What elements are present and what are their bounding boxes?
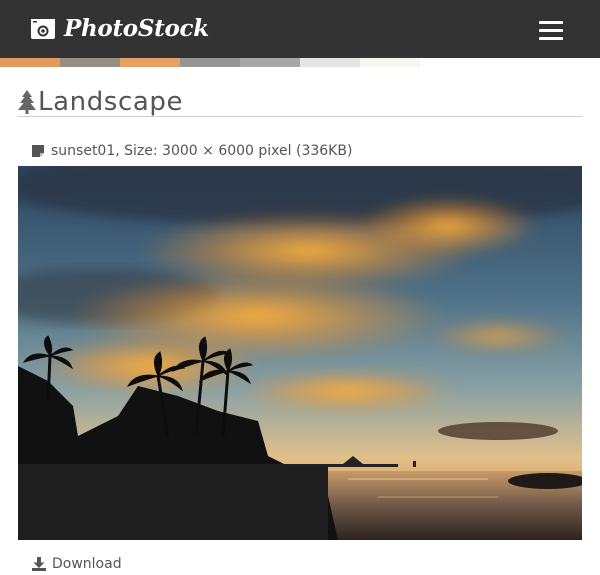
sunset-photo	[18, 166, 582, 540]
file-info: sunset01, Size: 3000 × 6000 pixel (336KB…	[32, 143, 352, 159]
camera-icon	[31, 19, 55, 39]
download-label: Download	[52, 556, 122, 572]
color-swatch	[60, 58, 120, 67]
color-swatch	[360, 58, 420, 67]
color-swatch	[0, 58, 60, 67]
tree-icon	[18, 90, 36, 114]
page-title-area: Landscape	[18, 86, 582, 117]
color-swatch	[180, 58, 240, 67]
file-icon	[32, 145, 44, 157]
site-logo[interactable]: PhotoStock	[30, 14, 209, 44]
file-info-text: sunset01, Size: 3000 × 6000 pixel (336KB…	[51, 143, 353, 159]
page-title: Landscape	[38, 87, 184, 117]
hamburger-menu-icon[interactable]	[532, 16, 568, 44]
download-icon	[32, 557, 46, 571]
color-strip	[0, 58, 600, 67]
color-swatch	[120, 58, 180, 67]
site-header: PhotoStock	[0, 0, 600, 58]
download-link[interactable]: Download	[32, 555, 122, 573]
logo-text: PhotoStock	[64, 15, 209, 42]
color-swatch	[240, 58, 300, 67]
color-swatch	[300, 58, 360, 67]
